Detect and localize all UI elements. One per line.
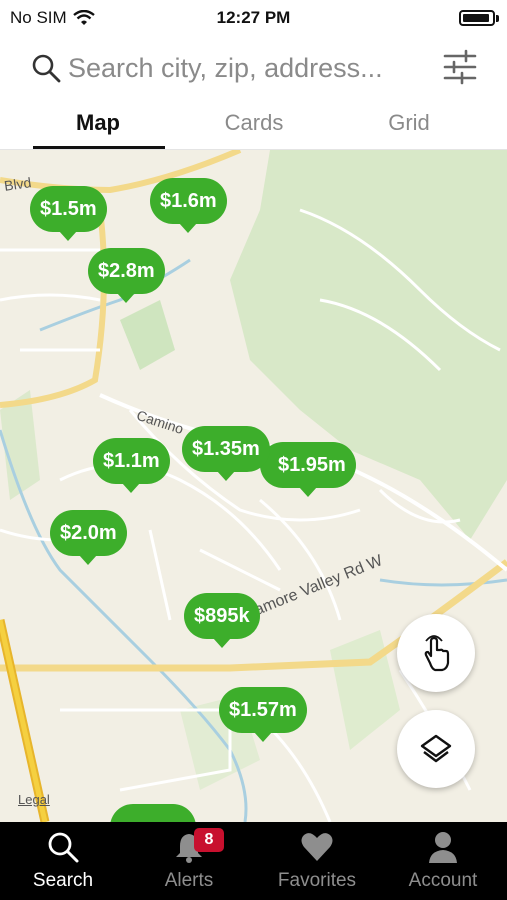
price-pin[interactable]: $1.35m [182, 426, 270, 481]
nav-favorites[interactable]: Favorites [254, 822, 380, 900]
legal-link[interactable]: Legal [18, 792, 50, 807]
price-pin-partial[interactable] [110, 804, 196, 822]
search-icon [32, 54, 61, 83]
layers-icon [420, 734, 452, 763]
nav-alerts[interactable]: 8 Alerts [126, 822, 252, 900]
tab-map[interactable]: Map [33, 110, 163, 136]
price-pin[interactable]: $1.57m [219, 687, 307, 742]
heart-icon [301, 833, 333, 861]
status-time: 12:27 PM [216, 8, 291, 27]
price-pin[interactable]: $895k [184, 593, 260, 648]
nav-account[interactable]: Account [380, 822, 506, 900]
alerts-badge: 8 [194, 828, 224, 852]
hand-pointer-icon [424, 635, 450, 672]
search-bar [0, 36, 507, 100]
person-icon [429, 832, 457, 863]
filter-sliders-icon[interactable] [442, 48, 478, 86]
search-input[interactable] [68, 50, 428, 86]
nav-label: Favorites [277, 870, 357, 891]
tab-cards[interactable]: Cards [189, 110, 319, 136]
tab-grid[interactable]: Grid [344, 110, 474, 136]
price-pin[interactable]: $1.5m [30, 186, 107, 241]
price-pin[interactable]: $1.95m [260, 442, 356, 497]
bottom-nav: Search 8 Alerts Favorites Account [0, 822, 507, 900]
map-view[interactable]: Blvd Camino Sycamore Valley Rd W $1.5m $… [0, 150, 507, 822]
status-bar: No SIM 12:27 PM [0, 0, 507, 36]
price-pin[interactable]: $1.1m [93, 438, 170, 493]
nav-label: Search [32, 870, 94, 891]
nav-label: Alerts [164, 870, 214, 891]
price-pin[interactable]: $2.8m [88, 248, 165, 303]
active-tab-indicator [33, 146, 165, 149]
search-icon [48, 832, 79, 863]
price-pin[interactable]: $2.0m [50, 510, 127, 565]
price-pin[interactable]: $1.6m [150, 178, 227, 233]
nav-label: Account [408, 870, 478, 891]
map-layers-button[interactable] [397, 710, 475, 788]
battery-icon [459, 10, 499, 26]
draw-area-button[interactable] [397, 614, 475, 692]
nav-search[interactable]: Search [0, 822, 126, 900]
view-tabs: Map Cards Grid [0, 100, 507, 150]
